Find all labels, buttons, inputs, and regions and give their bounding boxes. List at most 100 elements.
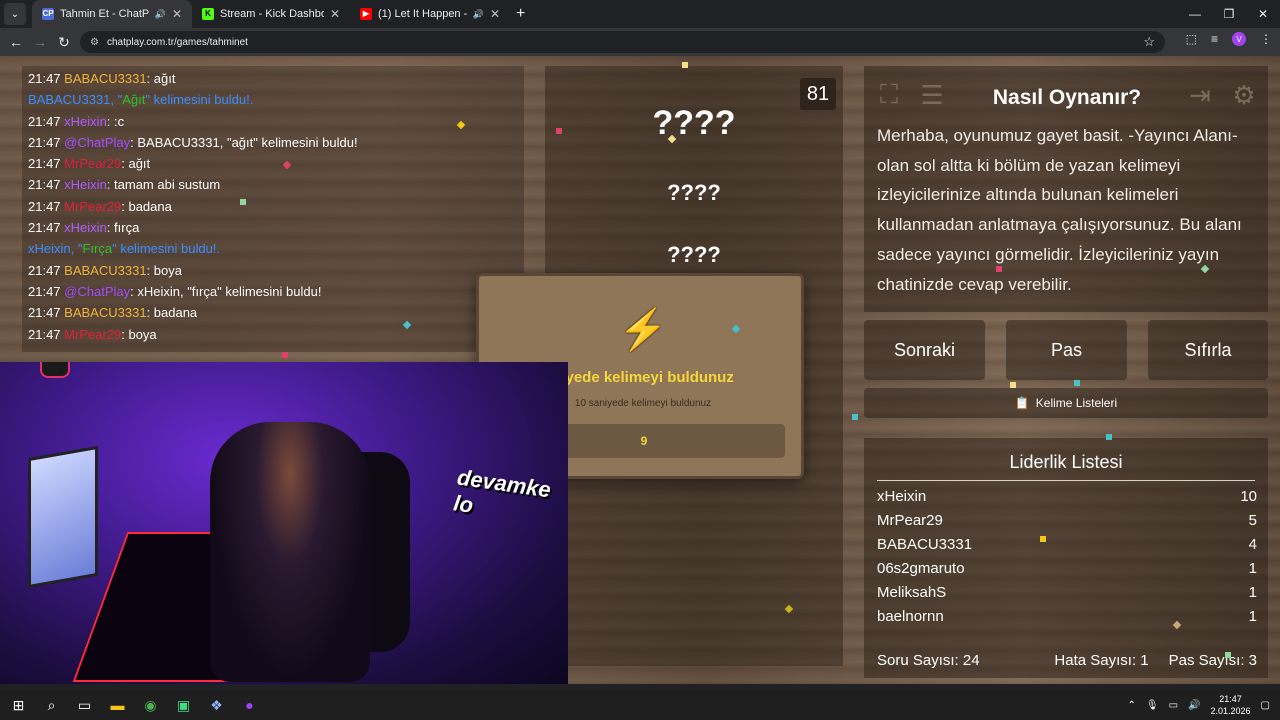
settings-gear-icon[interactable]: ⚙	[1227, 78, 1261, 112]
restore-icon[interactable]: ❐	[1212, 0, 1246, 28]
notes-icon[interactable]: ☰	[915, 78, 949, 112]
chat-text: : tamam abi sustum	[106, 177, 221, 193]
tab-chatplay[interactable]: CP Tahmin Et - ChatPlay 🔊 ✕	[32, 0, 192, 28]
notification-icon[interactable]: ▢	[1261, 700, 1270, 711]
chat-text: : ağıt	[121, 156, 151, 172]
chat-time: 21:47	[28, 177, 61, 193]
chat-message: 21:47 MrPear29: ağıt	[28, 153, 518, 174]
chat-text: : boya	[146, 262, 182, 278]
close-tab-icon[interactable]: ✕	[330, 7, 340, 21]
fullscreen-icon[interactable]: ⛶	[872, 78, 906, 112]
volume-icon[interactable]: 🔊	[1188, 700, 1200, 711]
app-icon[interactable]: ❖	[200, 690, 233, 720]
player-name: BABACU3331	[877, 536, 973, 553]
chat-message: 21:47 MrPear29: badana	[28, 196, 518, 217]
chat-message: 21:47 @ChatPlay: BABACU3331, "ağıt" keli…	[28, 132, 518, 153]
forward-icon[interactable]: →	[28, 34, 52, 50]
error-count: Hata Sayısı: 1	[1054, 652, 1149, 669]
divider	[877, 480, 1255, 481]
word-lists-button[interactable]: 📋 Kelime Listeleri	[864, 388, 1268, 418]
reset-button[interactable]: Sıfırla	[1148, 320, 1268, 380]
leaderboard-row: BABACU3331 4	[877, 536, 1257, 560]
chat-user[interactable]: MrPear29	[64, 199, 121, 214]
chrome-icon[interactable]: ◉	[134, 690, 167, 720]
exit-icon[interactable]: ⇥	[1183, 78, 1217, 112]
pass-count: Pas Sayısı: 3	[1168, 652, 1257, 669]
back-icon[interactable]: ←	[4, 34, 28, 50]
chat-time: 21:47	[28, 262, 61, 278]
found-word: Fırça	[82, 241, 113, 257]
reload-icon[interactable]: ↻	[52, 34, 76, 51]
chat-time: 21:47	[28, 220, 61, 236]
new-tab-icon[interactable]: +	[516, 5, 525, 23]
url-field[interactable]: ⚙ chatplay.com.tr/games/tahminet ☆	[80, 31, 1165, 53]
tab-title: Tahmin Et - ChatPlay	[60, 8, 149, 20]
pass-button[interactable]: Pas	[1006, 320, 1127, 380]
chat-user[interactable]: xHeixin	[64, 177, 107, 192]
chat-user[interactable]: MrPear29	[64, 327, 121, 342]
chat-time: 21:47	[28, 326, 61, 342]
speaker-icon[interactable]: 🔊	[155, 9, 166, 20]
task-view-icon[interactable]: ▭	[68, 690, 101, 720]
chat-message: BABACU3331, "Ağıt" kelimesini buldu!.	[28, 89, 518, 110]
chat-text: : BABACU3331, "ağıt" kelimesini buldu!	[130, 134, 358, 150]
file-explorer-icon[interactable]: ▬	[101, 690, 134, 720]
chat-user[interactable]: BABACU3331	[64, 71, 146, 86]
taskbar: ⊞ ⌕ ▭ ▬ ◉ ▣ ❖ ● ⌃ 🎙 ▭ 🔊 21:47 2.01.2026 …	[0, 690, 1280, 720]
leaderboard-row: xHeixin 10	[877, 488, 1257, 512]
chat-user[interactable]: @ChatPlay	[64, 135, 130, 150]
chat-text: : :c	[106, 113, 125, 129]
confetti	[1106, 434, 1112, 440]
toolbar-icons: ⬚ ≡ V ⋮	[1186, 32, 1272, 46]
leaderboard-row: MrPear29 5	[877, 512, 1257, 536]
profile-avatar[interactable]: V	[1232, 32, 1246, 46]
tab-search-button[interactable]: ⌄	[4, 3, 26, 25]
system-message: BABACU3331, "Ağıt" kelimesini buldu!.	[28, 92, 253, 107]
chat-user[interactable]: xHeixin	[64, 220, 107, 235]
network-icon[interactable]: ▭	[1169, 700, 1178, 711]
tab-bar: ⌄ CP Tahmin Et - ChatPlay 🔊 ✕ K Stream -…	[0, 0, 1280, 28]
webcam-overlay: devamke lo	[0, 362, 568, 684]
extensions-icon[interactable]: ⬚	[1186, 32, 1197, 46]
clock-time: 21:47	[1219, 694, 1242, 704]
close-tab-icon[interactable]: ✕	[172, 7, 182, 21]
app-icon[interactable]: ▣	[167, 690, 200, 720]
chat-message: 21:47 BABACU3331: ağıt	[28, 68, 518, 89]
close-tab-icon[interactable]: ✕	[490, 7, 500, 21]
youtube-favicon-icon: ▶	[360, 8, 372, 20]
chat-user[interactable]: xHeixin	[64, 114, 107, 129]
media-control-icon[interactable]: ≡	[1211, 32, 1218, 46]
chat-user[interactable]: BABACU3331	[64, 263, 146, 278]
found-word: Ağıt	[122, 92, 146, 108]
speaker-icon[interactable]: 🔊	[473, 9, 484, 20]
site-info-icon[interactable]: ⚙	[90, 37, 99, 48]
webcam-monitor	[28, 445, 98, 589]
next-button[interactable]: Sonraki	[864, 320, 985, 380]
app-icon[interactable]: ●	[233, 690, 266, 720]
tab-youtube[interactable]: ▶ (1) Let It Happen - YouTube 🔊 ✕	[350, 0, 510, 28]
confetti	[240, 199, 246, 205]
confetti	[1040, 536, 1046, 542]
chat-panel: 21:47 BABACU3331: ağıt BABACU3331, "Ağıt"…	[22, 66, 524, 352]
menu-icon[interactable]: ⋮	[1260, 32, 1272, 46]
game-page: 21:47 BABACU3331: ağıt BABACU3331, "Ağıt"…	[0, 56, 1280, 684]
minimize-icon[interactable]: —	[1178, 0, 1212, 28]
chat-user[interactable]: BABACU3331	[64, 305, 146, 320]
hidden-word-main: ????	[652, 104, 736, 142]
tray-chevron-icon[interactable]: ⌃	[1128, 700, 1136, 711]
bookmark-star-icon[interactable]: ☆	[1143, 34, 1155, 50]
tab-title: (1) Let It Happen - YouTube	[378, 8, 467, 20]
microphone-icon[interactable]: 🎙	[1146, 700, 1159, 711]
chat-text: : ağıt	[146, 71, 176, 86]
confetti	[682, 62, 688, 68]
windows-start-icon[interactable]: ⊞	[2, 690, 35, 720]
question-count: Soru Sayısı: 24	[877, 652, 980, 669]
chat-user[interactable]: @ChatPlay	[64, 284, 130, 299]
confetti	[996, 266, 1002, 272]
chat-user[interactable]: MrPear29	[64, 156, 121, 171]
search-icon[interactable]: ⌕	[35, 690, 68, 720]
tab-kick[interactable]: K Stream - Kick Dashboard ✕	[192, 0, 350, 28]
clock[interactable]: 21:47 2.01.2026	[1211, 693, 1251, 717]
close-window-icon[interactable]: ✕	[1246, 0, 1280, 28]
leaderboard: Liderlik Listesi xHeixin 10 MrPear29 5 BAB…	[864, 438, 1268, 678]
